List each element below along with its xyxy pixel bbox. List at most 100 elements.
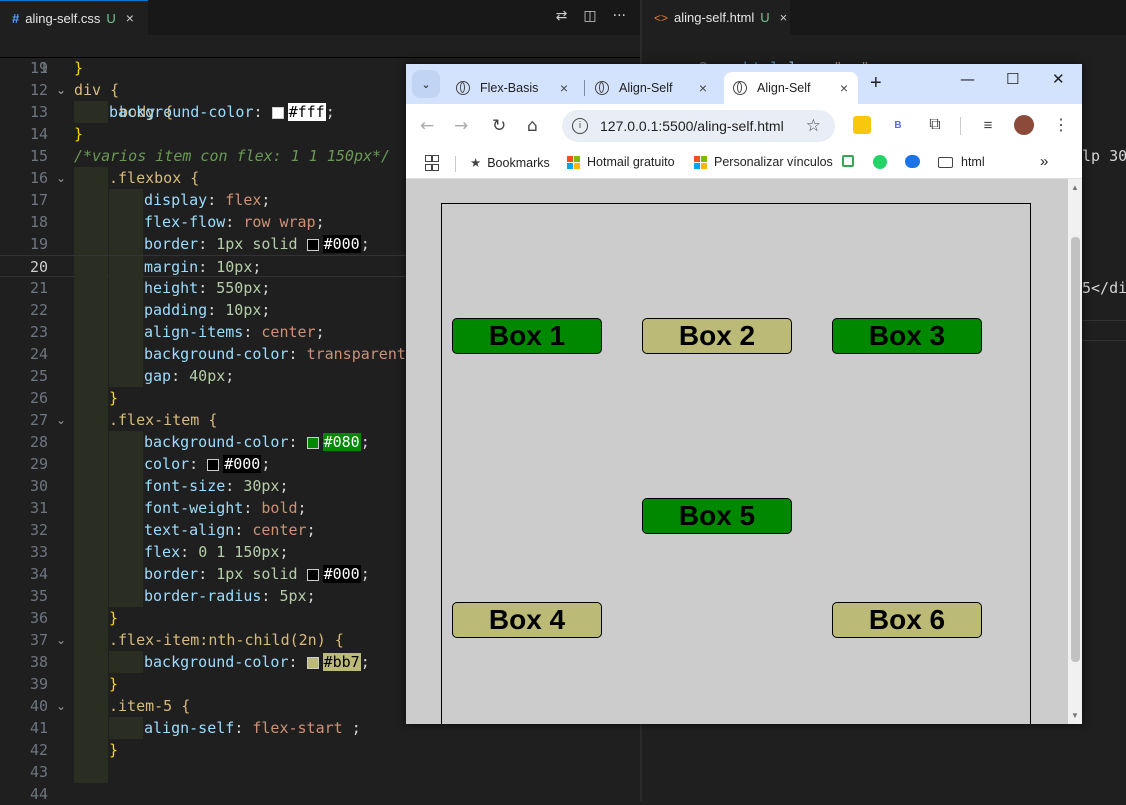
close-icon[interactable]: × — [780, 10, 788, 25]
back-icon[interactable]: ← — [420, 116, 434, 136]
line-number: 29 — [29, 455, 48, 473]
close-icon[interactable]: × — [126, 10, 134, 26]
browser-tab-title: Align-Self — [757, 81, 811, 95]
line-number: 13 — [29, 103, 48, 121]
browser-tab[interactable]: Align-Self × — [587, 72, 717, 104]
css-value: 10px — [216, 258, 253, 276]
page-viewport[interactable]: Box 1 Box 2 Box 3 Box 4 Box 5 Box 6 — [406, 179, 1068, 724]
site-info-icon[interactable]: i — [572, 118, 588, 134]
color-swatch[interactable] — [306, 656, 319, 669]
css-property: flex-flow — [144, 213, 226, 231]
more-bookmarks-icon[interactable]: » — [1040, 153, 1048, 170]
forward-icon[interactable]: → — [454, 116, 468, 136]
css-value: center — [261, 323, 316, 341]
flex-item: Box 5 — [642, 498, 792, 534]
line-number: 12 — [29, 81, 48, 99]
bookmark-item[interactable]: Hotmail gratuito — [567, 155, 675, 169]
sticky-scroll-line[interactable]: 9 ⌄ div, body { — [0, 35, 640, 121]
line-number: 18 — [29, 213, 48, 231]
more-icon[interactable]: ··· — [613, 8, 626, 24]
code-fragment: 5</di — [1082, 279, 1126, 297]
css-value: transparent — [306, 345, 406, 363]
code-text: } — [109, 389, 119, 407]
css-value: 0 1 150px — [198, 543, 280, 561]
line-number: 22 — [29, 301, 48, 319]
extensions-puzzle-icon[interactable]: ⧉ — [926, 116, 944, 134]
address-bar[interactable]: i 127.0.0.1:5500/aling-self.html ☆ — [562, 110, 835, 142]
line-number: 33 — [29, 543, 48, 561]
line-number: 42 — [29, 741, 48, 759]
browser-tab[interactable]: Flex-Basis × — [448, 72, 578, 104]
color-swatch[interactable] — [306, 436, 319, 449]
bookmark-star-icon[interactable]: ☆ — [806, 116, 821, 136]
browser-tab-title: Align-Self — [619, 81, 673, 95]
tab-aling-self-html[interactable]: <> aling-self.html U × — [642, 0, 790, 35]
scroll-down-icon[interactable]: ▼ — [1071, 711, 1079, 720]
bookmarks-bar: ★ Bookmarks Hotmail gratuito Personaliza… — [406, 148, 1082, 179]
close-icon[interactable]: × — [560, 80, 568, 96]
close-icon[interactable]: × — [699, 80, 707, 96]
page-scrollbar[interactable]: ▲ ▼ — [1068, 179, 1082, 724]
css-property: flex — [144, 543, 181, 561]
flex-item: Box 2 — [642, 318, 792, 354]
bookmark-item[interactable]: html — [938, 155, 985, 169]
chevron-down-icon[interactable]: ⌄ — [56, 629, 66, 651]
home-icon[interactable]: ⌂ — [527, 116, 538, 136]
untracked-badge: U — [106, 10, 116, 26]
css-value: center — [252, 521, 307, 539]
browser-tab-active[interactable]: Align-Self × — [724, 72, 858, 104]
scrollbar-thumb[interactable] — [1071, 237, 1080, 662]
media-control-icon[interactable]: ≡ — [979, 116, 997, 134]
line-number: 16 — [29, 169, 48, 187]
color-swatch[interactable] — [306, 238, 319, 251]
avatar[interactable] — [1014, 115, 1034, 135]
color-value: #fff — [287, 103, 326, 121]
code-line[interactable]: 2⌄<html lang="en"> — [642, 35, 1126, 77]
color-swatch[interactable] — [306, 568, 319, 581]
whatsapp-icon[interactable] — [873, 155, 887, 169]
line-number: 11 — [29, 59, 48, 77]
minimize-button[interactable]: — — [960, 70, 975, 88]
scroll-up-icon[interactable]: ▲ — [1071, 183, 1079, 192]
apps-icon[interactable] — [425, 155, 439, 171]
split-editor-icon[interactable]: ◫ — [583, 8, 596, 24]
tab-aling-self-css[interactable]: # aling-self.css U × — [0, 0, 148, 35]
color-swatch[interactable] — [271, 106, 284, 119]
line-number: 19 — [29, 235, 48, 253]
css-property: gap — [144, 367, 172, 385]
line-number: 27 — [29, 411, 48, 429]
css-value: 30px — [243, 477, 280, 495]
color-swatch[interactable] — [207, 458, 220, 471]
reload-icon[interactable]: ↻ — [492, 116, 506, 136]
extension-b-icon[interactable]: B — [889, 116, 907, 134]
color-value: #000 — [223, 455, 262, 473]
untracked-badge: U — [760, 10, 770, 25]
line-number: 43 — [29, 763, 48, 781]
extension-icon[interactable] — [853, 116, 871, 134]
css-value: flex-start — [252, 719, 352, 737]
globe-icon — [733, 81, 747, 95]
flex-item: Box 1 — [452, 318, 602, 354]
chevron-down-icon[interactable]: ⌄ — [56, 167, 66, 189]
css-value: 5px — [279, 587, 307, 605]
chevron-down-icon[interactable]: ⌄ — [56, 409, 66, 431]
line-number: 38 — [29, 653, 48, 671]
close-window-button[interactable]: ✕ — [1052, 70, 1065, 88]
compare-icon[interactable]: ⇄ — [556, 8, 568, 24]
bookmark-item[interactable]: ★ Bookmarks — [470, 155, 550, 171]
close-icon[interactable]: × — [840, 80, 848, 96]
google-meet-icon[interactable] — [842, 155, 854, 167]
microsoft-logo-icon — [694, 155, 707, 169]
tab-search-icon[interactable]: ⌄ — [412, 70, 440, 98]
globe-icon — [595, 81, 609, 95]
bookmark-label: Personalizar vínculos — [714, 155, 833, 169]
bookmark-item[interactable]: Personalizar vínculos — [694, 155, 833, 169]
css-property: align-self — [144, 719, 235, 737]
chat-icon[interactable] — [905, 155, 920, 168]
new-tab-button[interactable]: + — [870, 72, 882, 95]
menu-icon[interactable]: ⋮ — [1052, 116, 1070, 134]
line-number: 34 — [29, 565, 48, 583]
maximize-button[interactable]: ☐ — [1006, 70, 1019, 88]
chevron-down-icon[interactable]: ⌄ — [56, 79, 66, 101]
chevron-down-icon[interactable]: ⌄ — [56, 695, 66, 717]
